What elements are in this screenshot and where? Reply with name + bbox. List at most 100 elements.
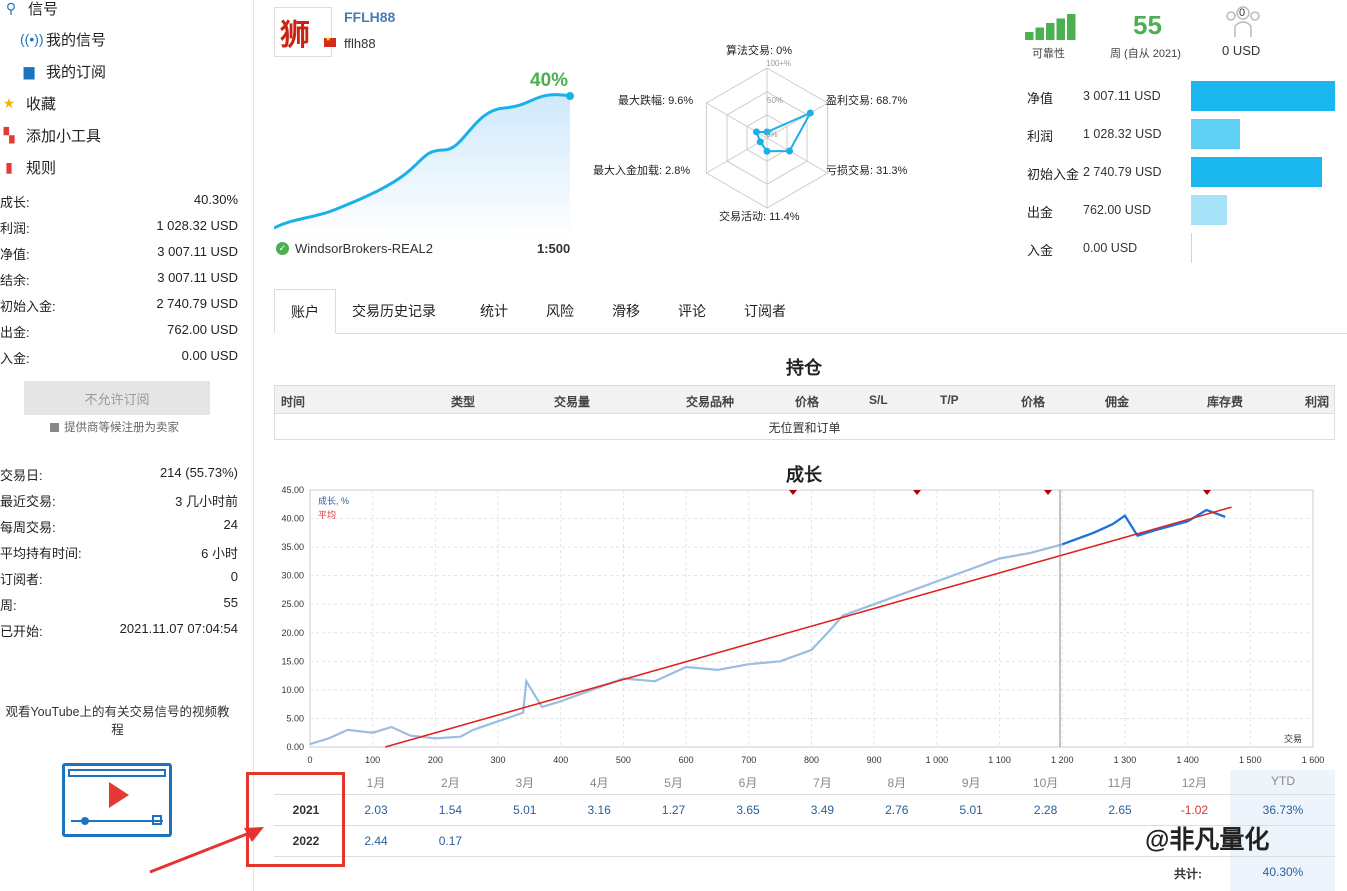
subscribe-button[interactable]: 不允许订阅 xyxy=(24,381,210,415)
tab-statistics[interactable]: 统计 xyxy=(464,289,524,333)
stat-equity: 净值: 3 007.11 USD xyxy=(0,244,238,262)
info-icon xyxy=(50,423,59,433)
month-header: 10月 xyxy=(1032,776,1059,790)
stat-initial-deposit: 初始入金: 2 740.79 USD xyxy=(0,296,238,314)
positions-header: 时间 类型 交易量 交易品种 价格 S/L T/P 价格 佣金 库存费 利润 xyxy=(275,386,1334,414)
x-tick-label: 300 xyxy=(491,755,506,765)
y-tick-label: 40.00 xyxy=(281,514,304,524)
weeks-label: 周 (自从 2021) xyxy=(1110,48,1181,60)
x-tick-label: 500 xyxy=(616,755,631,765)
finance-label-deposits: 入金 xyxy=(1027,243,1054,258)
reliability-bar xyxy=(1046,23,1055,40)
subscribe-note: 提供商等候注册为卖家 xyxy=(50,419,179,435)
col-type: 类型 xyxy=(451,395,476,409)
finance-label-initial: 初始入金 xyxy=(1027,167,1080,182)
radar-point xyxy=(786,147,794,155)
tab-history[interactable]: 交易历史记录 xyxy=(344,289,444,333)
month-value: 2.28 xyxy=(1033,803,1058,817)
mailbox-icon: ▆ xyxy=(23,63,35,79)
finance-bar-deposits xyxy=(1191,233,1192,263)
y-tick-label: 10.00 xyxy=(281,685,304,695)
youtube-tutorial-link[interactable]: 观看YouTube上的有关交易信号的视频教程 xyxy=(0,703,235,739)
divider xyxy=(274,794,1335,795)
signal-user[interactable]: fflh88 xyxy=(344,36,376,51)
x-tick-label: 600 xyxy=(679,755,694,765)
finance-value-initial: 2 740.79 USD xyxy=(1083,165,1162,179)
sidebar-item-my-signals[interactable]: ((•)) 我的信号 xyxy=(20,25,106,53)
sidebar-item-favorites[interactable]: ★ 收藏 xyxy=(0,89,56,117)
stat-balance: 结余: 3 007.11 USD xyxy=(0,270,238,288)
col-commission: 佣金 xyxy=(1105,395,1130,409)
sidebar-item-label: 我的信号 xyxy=(46,31,107,49)
leverage: 1:500 xyxy=(537,241,571,256)
month-header: 1月 xyxy=(366,776,386,790)
sidebar-item-signals[interactable]: ⚲ 信号 xyxy=(2,0,58,22)
total-value: 40.30% xyxy=(1262,865,1304,879)
avatar-logo: 狮 xyxy=(280,18,310,53)
stat-growth: 成长: 40.30% xyxy=(0,192,238,210)
stat-trades-per-week: 每周交易: 24 xyxy=(0,517,238,535)
radar-point xyxy=(763,147,771,155)
x-axis-label: 交易 xyxy=(1284,733,1302,744)
month-header: 6月 xyxy=(738,776,758,790)
col-profit: 利润 xyxy=(1305,395,1330,409)
finance-bar-equity xyxy=(1191,81,1335,111)
month-value: 2.44 xyxy=(364,834,388,848)
y-tick-label: 15.00 xyxy=(281,656,304,666)
broker-name: WindsorBrokers-REAL2 xyxy=(295,241,433,256)
radar-label-profit: 盈利交易: 68.7% xyxy=(826,95,908,107)
stat-withdrawals: 出金: 762.00 USD xyxy=(0,322,238,340)
broadcast-icon: ((•)) xyxy=(20,31,44,47)
subscribers-icon: 0 xyxy=(1224,4,1262,38)
stat-deposits: 入金: 0.00 USD xyxy=(0,348,238,366)
tab-risk[interactable]: 风险 xyxy=(530,289,590,333)
reliability-label: 可靠性 xyxy=(1032,48,1065,60)
x-tick-label: 900 xyxy=(867,755,882,765)
x-tick-label: 400 xyxy=(553,755,568,765)
y-tick-label: 5.00 xyxy=(286,713,304,723)
month-header: 7月 xyxy=(813,776,832,790)
sidebar-item-label: 规则 xyxy=(26,159,57,177)
broker-link[interactable]: ✓ WindsorBrokers-REAL2 xyxy=(276,241,433,256)
divider xyxy=(274,856,1335,857)
positions-empty: 无位置和订单 xyxy=(768,421,841,435)
month-value: 1.54 xyxy=(438,803,463,817)
col-symbol: 交易品种 xyxy=(686,395,735,409)
month-value: 3.16 xyxy=(587,803,611,817)
mini-growth-chart xyxy=(274,92,574,240)
month-header: 9月 xyxy=(961,776,981,790)
mini-growth-end-point xyxy=(566,92,574,100)
tab-reviews[interactable]: 评论 xyxy=(662,289,722,333)
x-tick-label: 1 100 xyxy=(988,755,1011,765)
reliability-bars xyxy=(1025,14,1076,40)
finance-bar-withdrawals xyxy=(1191,195,1227,225)
radar-svg xyxy=(705,67,829,209)
tab-slippage[interactable]: 滑移 xyxy=(596,289,656,333)
radar-label-max-load: 最大入金加载: 2.8% xyxy=(593,165,691,177)
sidebar-item-widgets[interactable]: ▚ 添加小工具 xyxy=(0,121,101,149)
finance-label-withdrawals: 出金 xyxy=(1027,205,1054,220)
y-tick-label: 0.00 xyxy=(286,742,304,752)
sidebar-item-rules[interactable]: ▮ 规则 xyxy=(0,153,56,181)
signal-tower-icon: ⚲ xyxy=(5,0,17,16)
stat-profit: 利润: 1 028.32 USD xyxy=(0,218,238,236)
reliability-bar xyxy=(1067,14,1076,40)
tab-account[interactable]: 账户 xyxy=(274,289,336,334)
weeks-value: 55 xyxy=(1133,10,1162,40)
ytd-2021: 36.73% xyxy=(1262,803,1304,817)
sidebar-item-my-subscriptions[interactable]: ▆ 我的订阅 xyxy=(20,57,106,85)
sidebar-item-label: 添加小工具 xyxy=(26,127,102,145)
signal-name[interactable]: FFLH88 xyxy=(344,9,395,25)
x-tick-label: 700 xyxy=(741,755,756,765)
radar-point xyxy=(756,138,764,146)
month-value: -1.02 xyxy=(1180,803,1209,817)
tab-subscribers[interactable]: 订阅者 xyxy=(734,289,796,333)
month-value: 0.17 xyxy=(438,834,463,848)
col-volume: 交易量 xyxy=(554,395,591,409)
stat-trading-days: 交易日: 214 (55.73%) xyxy=(0,465,238,483)
col-swap: 库存费 xyxy=(1207,395,1244,409)
finance-value-deposits: 0.00 USD xyxy=(1083,241,1138,255)
radar-label-loss: 亏损交易: 31.3% xyxy=(826,165,908,177)
x-tick-label: 1 600 xyxy=(1302,755,1325,765)
stat-subscribers: 订阅者: 0 xyxy=(0,569,238,587)
